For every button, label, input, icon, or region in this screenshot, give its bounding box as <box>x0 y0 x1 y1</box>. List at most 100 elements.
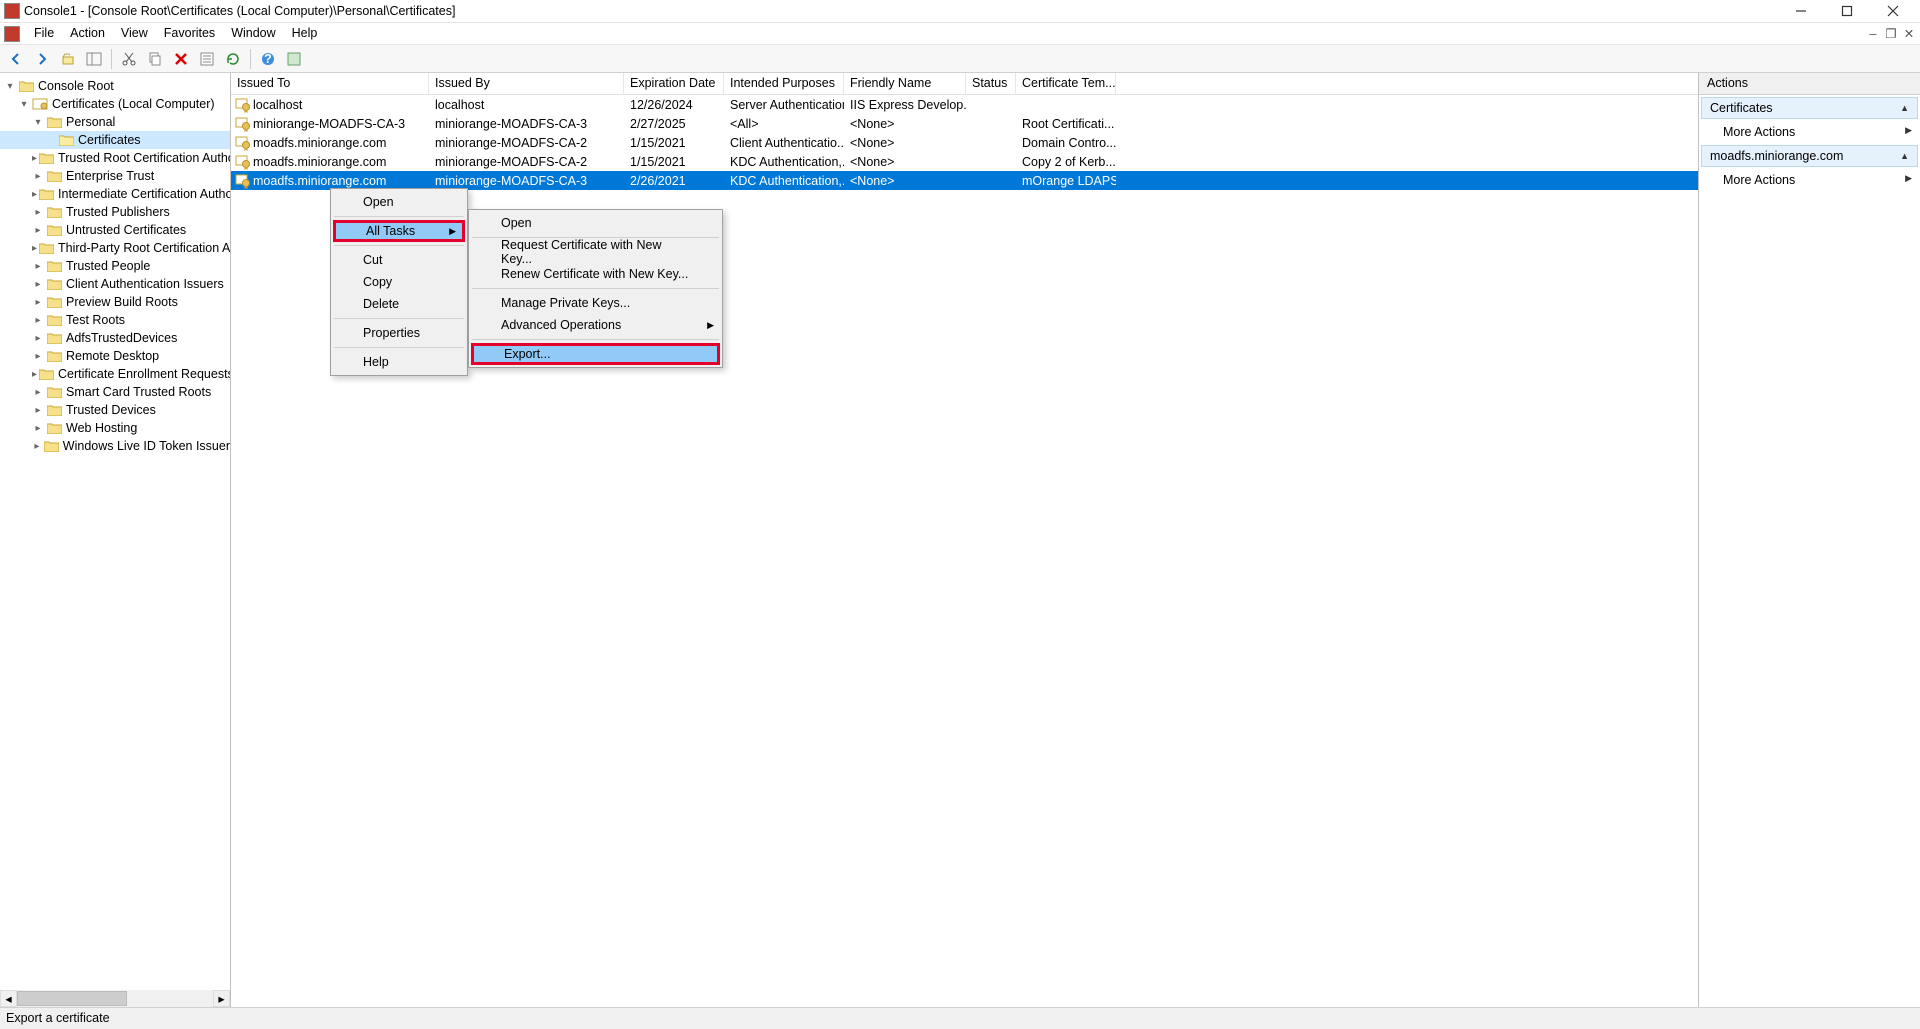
back-button[interactable] <box>4 47 28 71</box>
collapse-icon[interactable]: ▲ <box>1900 151 1909 161</box>
menu-help[interactable]: Help <box>284 23 326 44</box>
expander-icon[interactable]: ▸ <box>32 333 44 344</box>
scroll-right-icon[interactable]: ▸ <box>213 990 230 1007</box>
expander-icon[interactable]: ▸ <box>32 261 44 272</box>
menu-window[interactable]: Window <box>223 23 283 44</box>
tree-folder[interactable]: ▸Web Hosting <box>0 419 230 437</box>
delete-button[interactable] <box>169 47 193 71</box>
tree-folder[interactable]: ▸Untrusted Certificates <box>0 221 230 239</box>
tree-folder[interactable]: ▸Client Authentication Issuers <box>0 275 230 293</box>
ctx-copy[interactable]: Copy <box>333 271 465 293</box>
expander-icon[interactable]: ▸ <box>32 405 44 416</box>
expander-icon[interactable]: ▾ <box>18 99 30 110</box>
expander-icon[interactable]: ▸ <box>32 297 44 308</box>
mdi-minimize-icon[interactable]: – <box>1866 27 1880 41</box>
copy-button[interactable] <box>143 47 167 71</box>
forward-button[interactable] <box>30 47 54 71</box>
ctx2-advanced-operations[interactable]: Advanced Operations▶ <box>471 314 720 336</box>
tree-folder[interactable]: ▸Windows Live ID Token Issuer <box>0 437 230 455</box>
expander-icon[interactable]: ▸ <box>32 369 37 380</box>
tree-folder[interactable]: ▸Trusted Devices <box>0 401 230 419</box>
export-list-button[interactable] <box>282 47 306 71</box>
tree-folder[interactable]: ▸Preview Build Roots <box>0 293 230 311</box>
ctx2-request-new-key[interactable]: Request Certificate with New Key... <box>471 241 720 263</box>
tree-folder[interactable]: ▸Enterprise Trust <box>0 167 230 185</box>
ctx2-renew-new-key[interactable]: Renew Certificate with New Key... <box>471 263 720 285</box>
actions-group-certificates[interactable]: Certificates ▲ <box>1701 97 1918 119</box>
certificate-row[interactable]: moadfs.miniorange.comminiorange-MOADFS-C… <box>231 133 1698 152</box>
col-template[interactable]: Certificate Tem... <box>1016 73 1116 94</box>
expander-icon[interactable]: ▸ <box>32 171 44 182</box>
minimize-button[interactable] <box>1778 0 1824 23</box>
ctx-help[interactable]: Help <box>333 351 465 373</box>
col-expiration[interactable]: Expiration Date <box>624 73 724 94</box>
refresh-button[interactable] <box>221 47 245 71</box>
actions-more-2[interactable]: More Actions▶ <box>1699 169 1920 191</box>
ctx-properties[interactable]: Properties <box>333 322 465 344</box>
collapse-icon[interactable]: ▲ <box>1900 103 1909 113</box>
certificate-row[interactable]: moadfs.miniorange.comminiorange-MOADFS-C… <box>231 152 1698 171</box>
tree-console-root[interactable]: ▾ Console Root <box>0 77 230 95</box>
col-purposes[interactable]: Intended Purposes <box>724 73 844 94</box>
tree-folder[interactable]: ▸Intermediate Certification Autho <box>0 185 230 203</box>
scroll-thumb[interactable] <box>17 991 127 1006</box>
cut-button[interactable] <box>117 47 141 71</box>
menu-file[interactable]: File <box>26 23 62 44</box>
ctx-cut[interactable]: Cut <box>333 249 465 271</box>
mdi-close-icon[interactable]: ✕ <box>1902 26 1916 41</box>
help-button[interactable]: ? <box>256 47 280 71</box>
mdi-restore-icon[interactable]: ❐ <box>1884 26 1898 41</box>
menu-favorites[interactable]: Favorites <box>156 23 223 44</box>
ctx-open[interactable]: Open <box>333 191 465 213</box>
expander-icon[interactable]: ▸ <box>32 225 44 236</box>
expander-icon[interactable]: ▸ <box>32 207 44 218</box>
col-issued-to[interactable]: Issued To <box>231 73 429 94</box>
up-button[interactable] <box>56 47 80 71</box>
tree-folder[interactable]: ▸Remote Desktop <box>0 347 230 365</box>
expander-icon[interactable]: ▾ <box>4 81 16 92</box>
scroll-left-icon[interactable]: ◂ <box>0 990 17 1007</box>
tree-folder[interactable]: ▸Third-Party Root Certification Au <box>0 239 230 257</box>
expander-icon[interactable]: ▸ <box>32 441 42 452</box>
show-hide-tree-button[interactable] <box>82 47 106 71</box>
tree-folder[interactable]: ▸Trusted People <box>0 257 230 275</box>
tree-certificates-local[interactable]: ▾ Certificates (Local Computer) <box>0 95 230 113</box>
col-issued-by[interactable]: Issued By <box>429 73 624 94</box>
tree-label: Personal <box>66 115 115 129</box>
tree-folder[interactable]: ▸Smart Card Trusted Roots <box>0 383 230 401</box>
properties-button[interactable] <box>195 47 219 71</box>
tree-folder[interactable]: ▸Trusted Publishers <box>0 203 230 221</box>
certificate-row[interactable]: miniorange-MOADFS-CA-3miniorange-MOADFS-… <box>231 114 1698 133</box>
maximize-button[interactable] <box>1824 0 1870 23</box>
tree-horizontal-scrollbar[interactable]: ◂ ▸ <box>0 990 230 1007</box>
col-status[interactable]: Status <box>966 73 1016 94</box>
actions-group-selected-cert[interactable]: moadfs.miniorange.com ▲ <box>1701 145 1918 167</box>
ctx2-open[interactable]: Open <box>471 212 720 234</box>
expander-icon[interactable]: ▸ <box>32 315 44 326</box>
expander-icon[interactable]: ▸ <box>32 189 37 200</box>
ctx-all-tasks[interactable]: All Tasks▶ <box>333 220 465 242</box>
expander-icon[interactable]: ▸ <box>32 243 37 254</box>
tree-certificates-leaf[interactable]: Certificates <box>0 131 230 149</box>
expander-icon[interactable]: ▸ <box>32 351 44 362</box>
expander-icon[interactable]: ▾ <box>32 117 44 128</box>
expander-icon[interactable]: ▸ <box>32 387 44 398</box>
ctx2-export[interactable]: Export... <box>471 343 720 365</box>
expander-icon[interactable]: ▸ <box>32 423 44 434</box>
col-friendly[interactable]: Friendly Name <box>844 73 966 94</box>
tree-folder[interactable]: ▸AdfsTrustedDevices <box>0 329 230 347</box>
close-button[interactable] <box>1870 0 1916 23</box>
menu-view[interactable]: View <box>113 23 156 44</box>
tree-label: Certificates <box>78 133 141 147</box>
certificate-row[interactable]: localhostlocalhost12/26/2024Server Authe… <box>231 95 1698 114</box>
tree-folder[interactable]: ▸Test Roots <box>0 311 230 329</box>
ctx-delete[interactable]: Delete <box>333 293 465 315</box>
ctx2-manage-private-keys[interactable]: Manage Private Keys... <box>471 292 720 314</box>
tree-folder[interactable]: ▸Certificate Enrollment Requests <box>0 365 230 383</box>
menu-action[interactable]: Action <box>62 23 113 44</box>
tree-folder[interactable]: ▸Trusted Root Certification Autho <box>0 149 230 167</box>
tree-personal[interactable]: ▾ Personal <box>0 113 230 131</box>
expander-icon[interactable]: ▸ <box>32 153 37 164</box>
expander-icon[interactable]: ▸ <box>32 279 44 290</box>
actions-more-1[interactable]: More Actions▶ <box>1699 121 1920 143</box>
